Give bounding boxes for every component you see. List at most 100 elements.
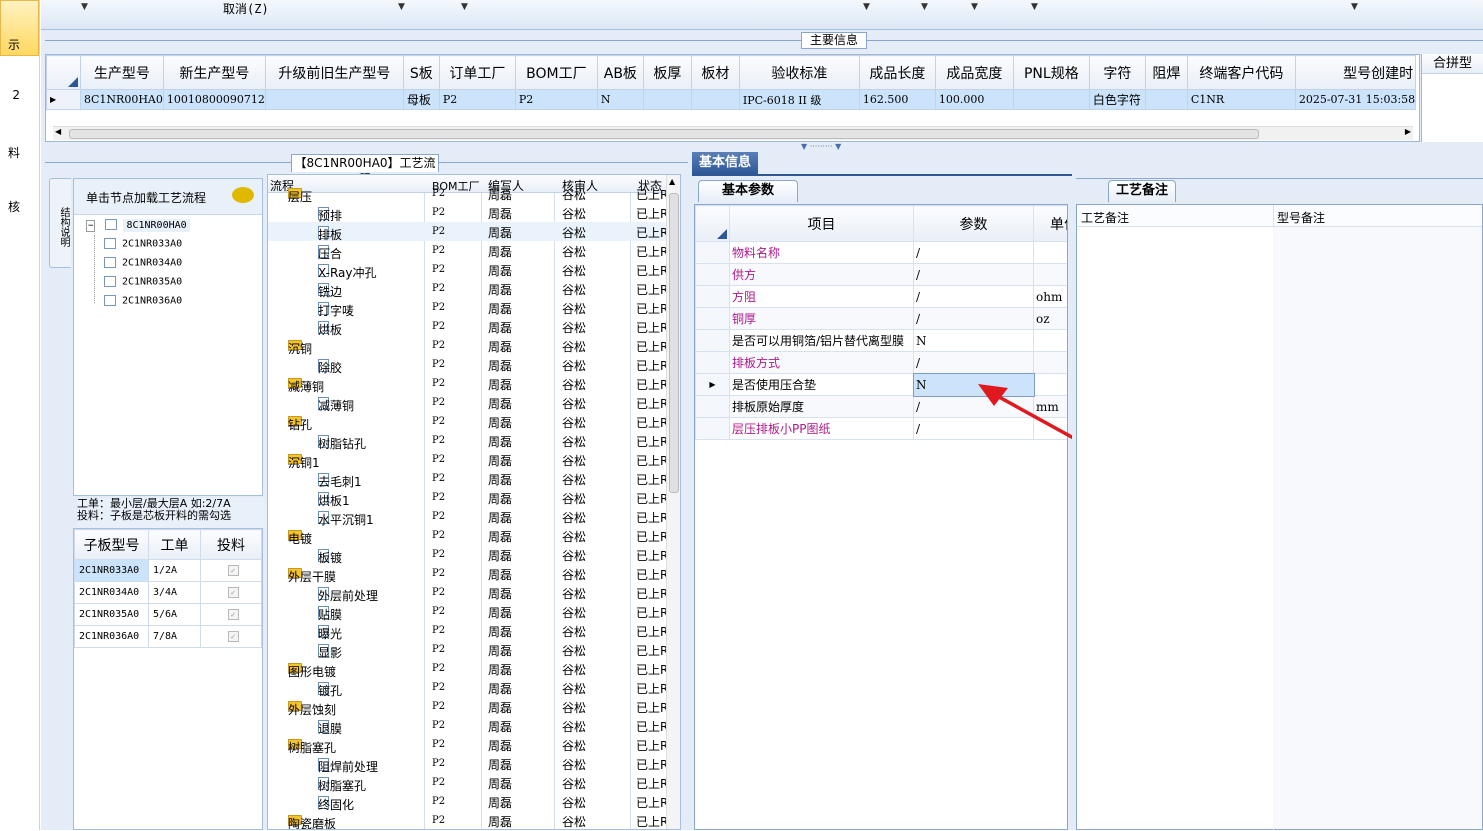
tree-node[interactable]: 2C1NR036A0: [104, 295, 182, 307]
param-row[interactable]: 物料名称 /: [695, 241, 1067, 264]
column-header[interactable]: 生产型号: [80, 55, 164, 90]
table-cell[interactable]: 2C1NR035A0: [74, 603, 149, 626]
collapse-icon[interactable]: −: [86, 219, 96, 232]
column-header[interactable]: AB板: [596, 55, 644, 90]
flow-row[interactable]: 烘板1 P2 周磊 谷松 已上R: [268, 488, 668, 508]
param-row[interactable]: 排板方式 /: [695, 351, 1067, 374]
checkbox[interactable]: ✓: [227, 609, 239, 620]
flow-row[interactable]: −沉铜P2周磊谷松已上R: [268, 336, 668, 356]
param-row[interactable]: 铜厚 / oz: [695, 307, 1067, 330]
column-header[interactable]: 验收标准: [738, 55, 860, 90]
flow-row[interactable]: 镀孔 P2 周磊 谷松 已上R: [268, 678, 668, 698]
param-row[interactable]: 是否可以用铜箔/铝片替代离型膜 N: [695, 329, 1067, 352]
checkbox[interactable]: ✓: [227, 565, 239, 576]
table-cell[interactable]: 5/6A: [148, 603, 201, 626]
row-selector[interactable]: [695, 241, 730, 264]
table-cell[interactable]: IPC-6018 II 级: [738, 89, 860, 110]
flow-row[interactable]: −外层干膜P2周磊谷松已上R: [268, 564, 668, 584]
dropdown-arrow-icon[interactable]: ▼: [863, 2, 870, 12]
flow-row[interactable]: −树脂塞孔P2周磊谷松已上R: [268, 735, 668, 755]
column-header[interactable]: 工单: [148, 529, 201, 560]
flow-row[interactable]: X-Ray冲孔 P2 周磊 谷松 已上R: [268, 260, 668, 280]
horizontal-scrollbar[interactable]: ◀ ▶: [53, 126, 1413, 140]
scroll-left-icon[interactable]: ◀: [55, 127, 61, 136]
column-header[interactable]: 型号创建时: [1294, 55, 1417, 90]
column-header[interactable]: 板厚: [642, 55, 692, 90]
table-cell[interactable]: C1NR: [1186, 89, 1296, 110]
tab-process-remarks[interactable]: 工艺备注: [1108, 180, 1176, 202]
row-selector[interactable]: [695, 351, 730, 374]
scrollbar-thumb[interactable]: [69, 129, 1259, 139]
checkbox[interactable]: ✓: [227, 587, 239, 598]
flow-row[interactable]: −陶瓷磨板P2周磊谷松已上R: [268, 811, 668, 829]
column-header[interactable]: PNL规格: [1012, 55, 1090, 90]
column-header[interactable]: 板材: [690, 55, 740, 90]
row-selector[interactable]: [695, 263, 730, 286]
flow-row[interactable]: 显影 P2 周磊 谷松 已上R: [268, 640, 668, 660]
column-header[interactable]: 阻焊: [1144, 55, 1188, 90]
flow-row[interactable]: −图形电镀P2周磊谷松已上R: [268, 659, 668, 679]
table-cell[interactable]: [690, 89, 740, 110]
table-cell[interactable]: 3/4A: [148, 581, 201, 604]
flow-row[interactable]: 板镀 P2 周磊 谷松 已上R: [268, 545, 668, 565]
column-header[interactable]: 投料: [200, 529, 262, 560]
table-cell[interactable]: N: [596, 89, 644, 110]
vertical-scrollbar[interactable]: ▲: [666, 175, 680, 829]
table-cell[interactable]: 2C1NR034A0: [74, 581, 149, 604]
dropdown-arrow-icon[interactable]: ▼: [461, 2, 468, 12]
flow-row[interactable]: 贴膜 P2 周磊 谷松 已上R: [268, 602, 668, 622]
tab-basic-params[interactable]: 基本参数: [698, 180, 798, 202]
table-cell[interactable]: [1144, 89, 1188, 110]
column-header[interactable]: 字符: [1088, 55, 1146, 90]
tree-node[interactable]: 2C1NR033A0: [104, 238, 182, 250]
table-cell[interactable]: [642, 89, 692, 110]
param-row[interactable]: 供方 /: [695, 263, 1067, 286]
tab-basic-info[interactable]: 基本信息: [692, 152, 758, 174]
cancel-button[interactable]: 取消(Z): [223, 0, 269, 17]
tree-root[interactable]: − 8C1NR00HA0: [86, 218, 190, 232]
flow-row[interactable]: −电镀P2周磊谷松已上R: [268, 526, 668, 546]
param-value[interactable]: /: [913, 307, 1034, 330]
column-header[interactable]: 成品长度: [858, 55, 936, 90]
flow-row[interactable]: 终固化 P2 周磊 谷松 已上R: [268, 792, 668, 812]
model-remark-input[interactable]: [1273, 227, 1482, 829]
flow-row[interactable]: 退膜 P2 周磊 谷松 已上R: [268, 716, 668, 736]
flow-row[interactable]: −外层蚀刻P2周磊谷松已上R: [268, 697, 668, 717]
row-selector[interactable]: [695, 395, 730, 418]
flow-row[interactable]: 去毛刺1 P2 周磊 谷松 已上R: [268, 469, 668, 489]
flow-row[interactable]: −钻孔P2周磊谷松已上R: [268, 412, 668, 432]
flow-row[interactable]: 外层前处理 P2 周磊 谷松 已上R: [268, 583, 668, 603]
tree-node[interactable]: 2C1NR035A0: [104, 276, 182, 288]
table-cell[interactable]: 8C1NR00HA0: [80, 89, 164, 110]
flow-row[interactable]: 排板 P2 周磊 谷松 已上R: [268, 222, 668, 242]
scroll-right-icon[interactable]: ▶: [1405, 127, 1411, 136]
nav-item-2[interactable]: 2: [0, 88, 20, 102]
dropdown-arrow-icon[interactable]: ▼: [921, 2, 928, 12]
table-cell[interactable]: 母板: [402, 89, 440, 110]
table-cell[interactable]: P2: [514, 89, 598, 110]
column-header[interactable]: 项目: [729, 205, 914, 242]
dropdown-arrow-icon[interactable]: ▼: [1351, 2, 1358, 12]
row-selector[interactable]: [695, 307, 730, 330]
flow-row[interactable]: −减薄铜P2周磊谷松已上R: [268, 374, 668, 394]
column-header[interactable]: 合拼型: [1422, 54, 1483, 74]
flow-row[interactable]: 阻焊前处理 P2 周磊 谷松 已上R: [268, 754, 668, 774]
table-cell[interactable]: [1012, 89, 1090, 110]
table-cell[interactable]: 162.500: [858, 89, 936, 110]
nav-item-3[interactable]: 料: [0, 144, 20, 161]
grid-corner[interactable]: [46, 55, 81, 90]
flow-row[interactable]: 打字唛 P2 周磊 谷松 已上R: [268, 298, 668, 318]
scrollbar-thumb[interactable]: [669, 193, 679, 493]
table-cell[interactable]: 2C1NR033A0: [74, 559, 149, 582]
flow-row[interactable]: 预排 P2 周磊 谷松 已上R: [268, 203, 668, 223]
flow-row[interactable]: −层压P2周磊谷松已上R: [268, 184, 668, 204]
table-cell[interactable]: 白色字符: [1088, 89, 1146, 110]
flow-row[interactable]: 压合 P2 周磊 谷松 已上R: [268, 241, 668, 261]
scroll-up-icon[interactable]: ▲: [669, 177, 675, 186]
row-selector[interactable]: [695, 329, 730, 352]
column-header[interactable]: 子板型号: [74, 529, 149, 560]
table-row[interactable]: 2C1NR036A0 7/8A ✓: [74, 625, 262, 648]
flow-row[interactable]: −沉铜1P2周磊谷松已上R: [268, 450, 668, 470]
dropdown-arrow-icon[interactable]: ▼: [398, 2, 405, 12]
column-header[interactable]: 订单工厂: [438, 55, 516, 90]
